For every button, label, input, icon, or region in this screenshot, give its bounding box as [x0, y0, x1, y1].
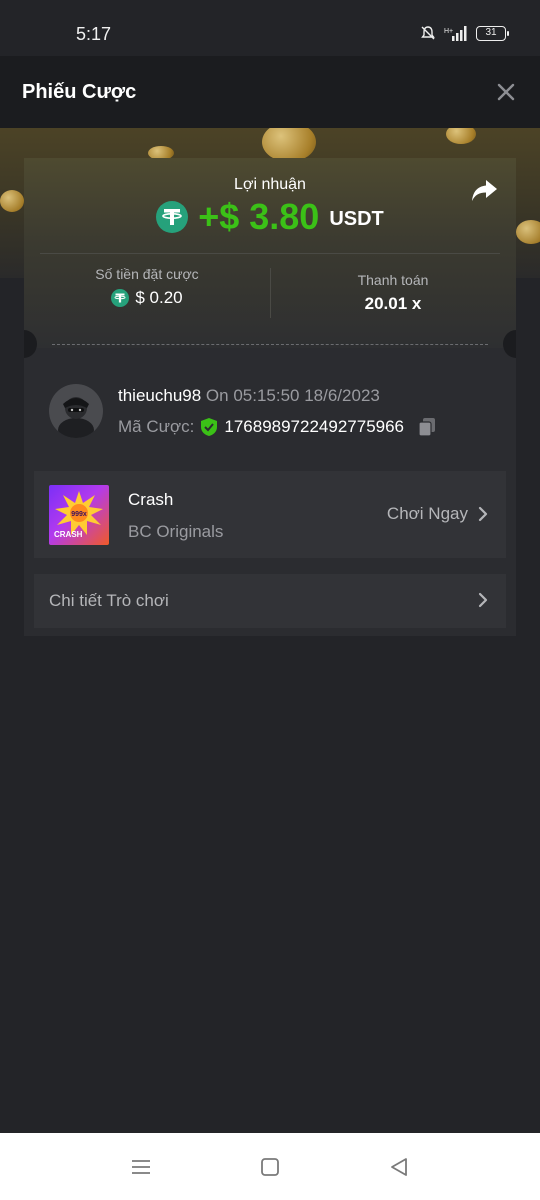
profit-row: +$ 3.80 USDT: [24, 196, 516, 238]
game-details-row[interactable]: Chi tiết Trò chơi: [34, 574, 506, 628]
profit-label: Lợi nhuận: [234, 176, 306, 193]
bet-id-row: Mã Cược: 1768989722492775966: [118, 417, 436, 437]
status-bar: 5:17 H+ 31: [0, 0, 540, 56]
bet-id-value: 1768989722492775966: [224, 417, 405, 436]
verified-shield-icon: [201, 418, 218, 436]
bet-amount-stat: Số tiền đặt cược $ 0.20: [24, 266, 270, 308]
play-now-button[interactable]: Chơi Ngay: [387, 504, 488, 524]
tether-icon: [111, 289, 130, 307]
home-icon[interactable]: [258, 1155, 282, 1179]
username[interactable]: thieuchu98: [118, 386, 201, 405]
share-icon[interactable]: [470, 178, 498, 204]
status-time: 5:17: [76, 24, 112, 44]
svg-text:H+: H+: [444, 28, 453, 35]
bet-amount-label: Số tiền đặt cược: [95, 266, 199, 282]
coin-decoration: [262, 128, 316, 162]
bet-id-label: Mã Cược:: [118, 417, 195, 436]
user-info: thieuchu98 On 05:15:50 18/6/2023: [118, 386, 380, 406]
mute-bell-icon: [421, 26, 435, 40]
payout-value: 20.01 x: [364, 294, 422, 313]
close-icon[interactable]: [494, 80, 518, 104]
coin-decoration: [516, 220, 540, 244]
chevron-right-icon: [478, 506, 488, 522]
thumb-badge: 999x: [71, 511, 87, 518]
bet-timestamp: On 05:15:50 18/6/2023: [205, 386, 380, 405]
signal-icon: H+: [444, 26, 467, 41]
play-now-label: Chơi Ngay: [386, 504, 468, 523]
avatar-image: [49, 384, 103, 438]
chevron-right-icon: [478, 592, 488, 608]
payout-label: Thanh toán: [357, 272, 429, 288]
back-icon[interactable]: [387, 1155, 411, 1179]
copy-icon[interactable]: [418, 417, 436, 437]
profit-amount: +$ 3.80: [198, 196, 320, 237]
modal-header: Phiếu Cược: [0, 56, 540, 128]
thumb-label: CRASH: [54, 530, 83, 539]
page-title: Phiếu Cược: [22, 81, 137, 103]
game-provider: BC Originals: [128, 522, 224, 541]
dashed-divider: [52, 344, 488, 345]
status-icons: H+ 31: [420, 25, 509, 41]
tether-icon: [156, 201, 189, 233]
bet-amount-value: $ 0.20: [135, 288, 183, 307]
avatar: [49, 384, 103, 438]
menu-icon[interactable]: [129, 1155, 153, 1179]
bet-amount-value-row: $ 0.20: [24, 288, 270, 308]
crash-explosion-icon: 999x CRASH: [54, 491, 103, 539]
coin-decoration: [446, 128, 476, 144]
battery-icon: 31: [476, 25, 509, 41]
game-row[interactable]: 999x CRASH Crash BC Originals Chơi Ngay: [34, 471, 506, 558]
game-details-label: Chi tiết Trò chơi: [49, 591, 169, 610]
divider: [40, 253, 500, 254]
profit-currency: USDT: [329, 207, 384, 230]
system-nav-bar: [0, 1133, 540, 1200]
game-name: Crash: [128, 490, 174, 509]
bet-slip-card: Lợi nhuận +$ 3.80 USDT Số tiền đặt cược …: [24, 158, 516, 636]
coin-decoration: [0, 190, 24, 212]
ticket-notch: [503, 330, 516, 358]
crash-game-thumbnail: 999x CRASH: [49, 485, 109, 545]
payout-stat: Thanh toán 20.01 x: [270, 272, 516, 314]
